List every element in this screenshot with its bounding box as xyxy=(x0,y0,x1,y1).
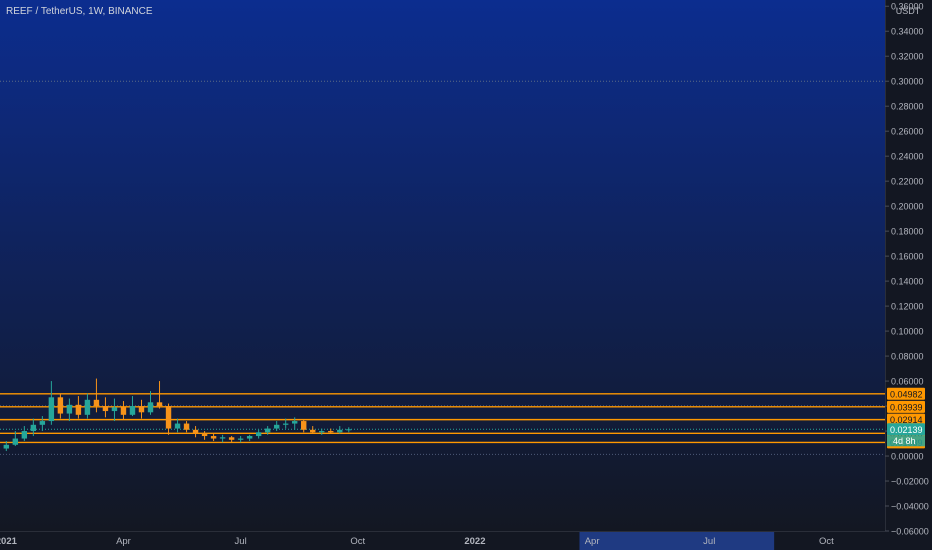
price-axis-tick-label: 0.14000 xyxy=(891,277,924,287)
price-axis-tick-label: 0.00000 xyxy=(891,452,924,462)
candle-body xyxy=(57,397,64,414)
candle-body xyxy=(39,421,46,425)
candle-body xyxy=(75,404,82,415)
candle-body xyxy=(120,407,127,415)
time-axis-tick-label: Jul xyxy=(235,536,247,547)
price-axis-tick-label: 0.18000 xyxy=(891,227,924,237)
candle-body xyxy=(246,436,253,439)
candle-body xyxy=(282,423,289,425)
candle-body xyxy=(310,429,316,433)
candle-body xyxy=(319,431,325,433)
candle-body xyxy=(346,429,352,431)
price-axis-tick-label: −0.02000 xyxy=(891,477,929,487)
price-axis-tick-label: 0.26000 xyxy=(891,127,924,137)
level-price-label: 0.03939 xyxy=(887,400,925,413)
candle-body xyxy=(21,431,28,439)
candle-body xyxy=(111,407,118,412)
time-axis-tick-label: 2022 xyxy=(464,536,485,547)
candle-body xyxy=(30,424,37,432)
time-axis-tick-label: Oct xyxy=(819,536,834,547)
plot-background xyxy=(0,0,885,531)
time-axis-tick-label: Apr xyxy=(585,536,600,547)
price-axis-tick-label: 0.20000 xyxy=(891,202,924,212)
candle-body xyxy=(165,406,172,429)
candle-body xyxy=(84,399,91,415)
level-price-label: 0.04982 xyxy=(887,387,925,400)
candle-body xyxy=(255,432,262,437)
candle-body xyxy=(291,421,298,424)
candle-body xyxy=(174,423,181,429)
price-axis-tick-label: 0.32000 xyxy=(891,52,924,62)
last-price-label-text: 0.02139 xyxy=(890,425,923,435)
price-axis-tick-label: 0.06000 xyxy=(891,377,924,387)
level-price-label-text: 0.03939 xyxy=(890,402,923,412)
candle-body xyxy=(3,444,10,449)
price-axis-tick-label: −0.04000 xyxy=(891,502,929,512)
candle-body xyxy=(210,436,217,439)
chart-root[interactable]: USDT 0.36000 0.34000 0.32000 0.30000 0.28000 0… xyxy=(0,0,932,550)
candle-body xyxy=(48,397,55,422)
level-price-label-text: 0.04982 xyxy=(890,389,923,399)
price-axis-tick-label: 0.30000 xyxy=(891,77,924,87)
price-axis-tick-label: 0.22000 xyxy=(891,177,924,187)
price-axis-tick-label: 0.12000 xyxy=(891,302,924,312)
candle-body xyxy=(264,428,271,433)
candle-body xyxy=(328,431,334,433)
symbol-title: REEF / TetherUS, 1W, BINANCE xyxy=(6,6,153,17)
time-axis-tick-label: Jul xyxy=(703,536,715,547)
time-axis-tick-label: Oct xyxy=(350,536,365,547)
candle-body xyxy=(273,424,280,429)
price-axis-tick-label: 0.28000 xyxy=(891,102,924,112)
price-axis-tick-label: −0.06000 xyxy=(891,527,929,537)
countdown-label: 4d 8h xyxy=(893,436,916,446)
candle-body xyxy=(129,406,136,415)
candle-body xyxy=(93,399,100,407)
price-axis-tick-label: 0.24000 xyxy=(891,152,924,162)
time-axis-tick-label: 2021 xyxy=(0,536,18,547)
candle-body xyxy=(301,421,307,430)
price-axis-tick-label: 0.16000 xyxy=(891,252,924,262)
candle-body xyxy=(66,404,73,414)
price-axis-tick-label: 0.08000 xyxy=(891,352,924,362)
candle-body xyxy=(192,429,199,434)
candle-body xyxy=(201,433,208,437)
candle-body xyxy=(147,402,154,413)
price-axis-tick-label: 0.10000 xyxy=(891,327,924,337)
candle-body xyxy=(156,402,163,407)
candle-body xyxy=(228,437,235,440)
candle-body xyxy=(337,429,343,433)
candle-body xyxy=(219,437,226,439)
price-axis-tick-label: 0.36000 xyxy=(891,2,924,12)
last-price-label: 0.02139 xyxy=(887,423,925,436)
candle-body xyxy=(183,423,190,430)
time-axis-highlight xyxy=(579,532,775,550)
price-chart[interactable]: USDT0.360000.340000.320000.300000.280000… xyxy=(0,0,932,550)
time-axis-tick-label: Apr xyxy=(116,536,131,547)
price-axis-tick-label: 0.34000 xyxy=(891,27,924,37)
price-labels: 0.049820.039390.029140.018160.010890.021… xyxy=(887,387,925,449)
candle-body xyxy=(237,438,244,440)
candle-body xyxy=(102,406,109,412)
candle-body xyxy=(12,438,19,445)
candle-body xyxy=(138,406,145,413)
